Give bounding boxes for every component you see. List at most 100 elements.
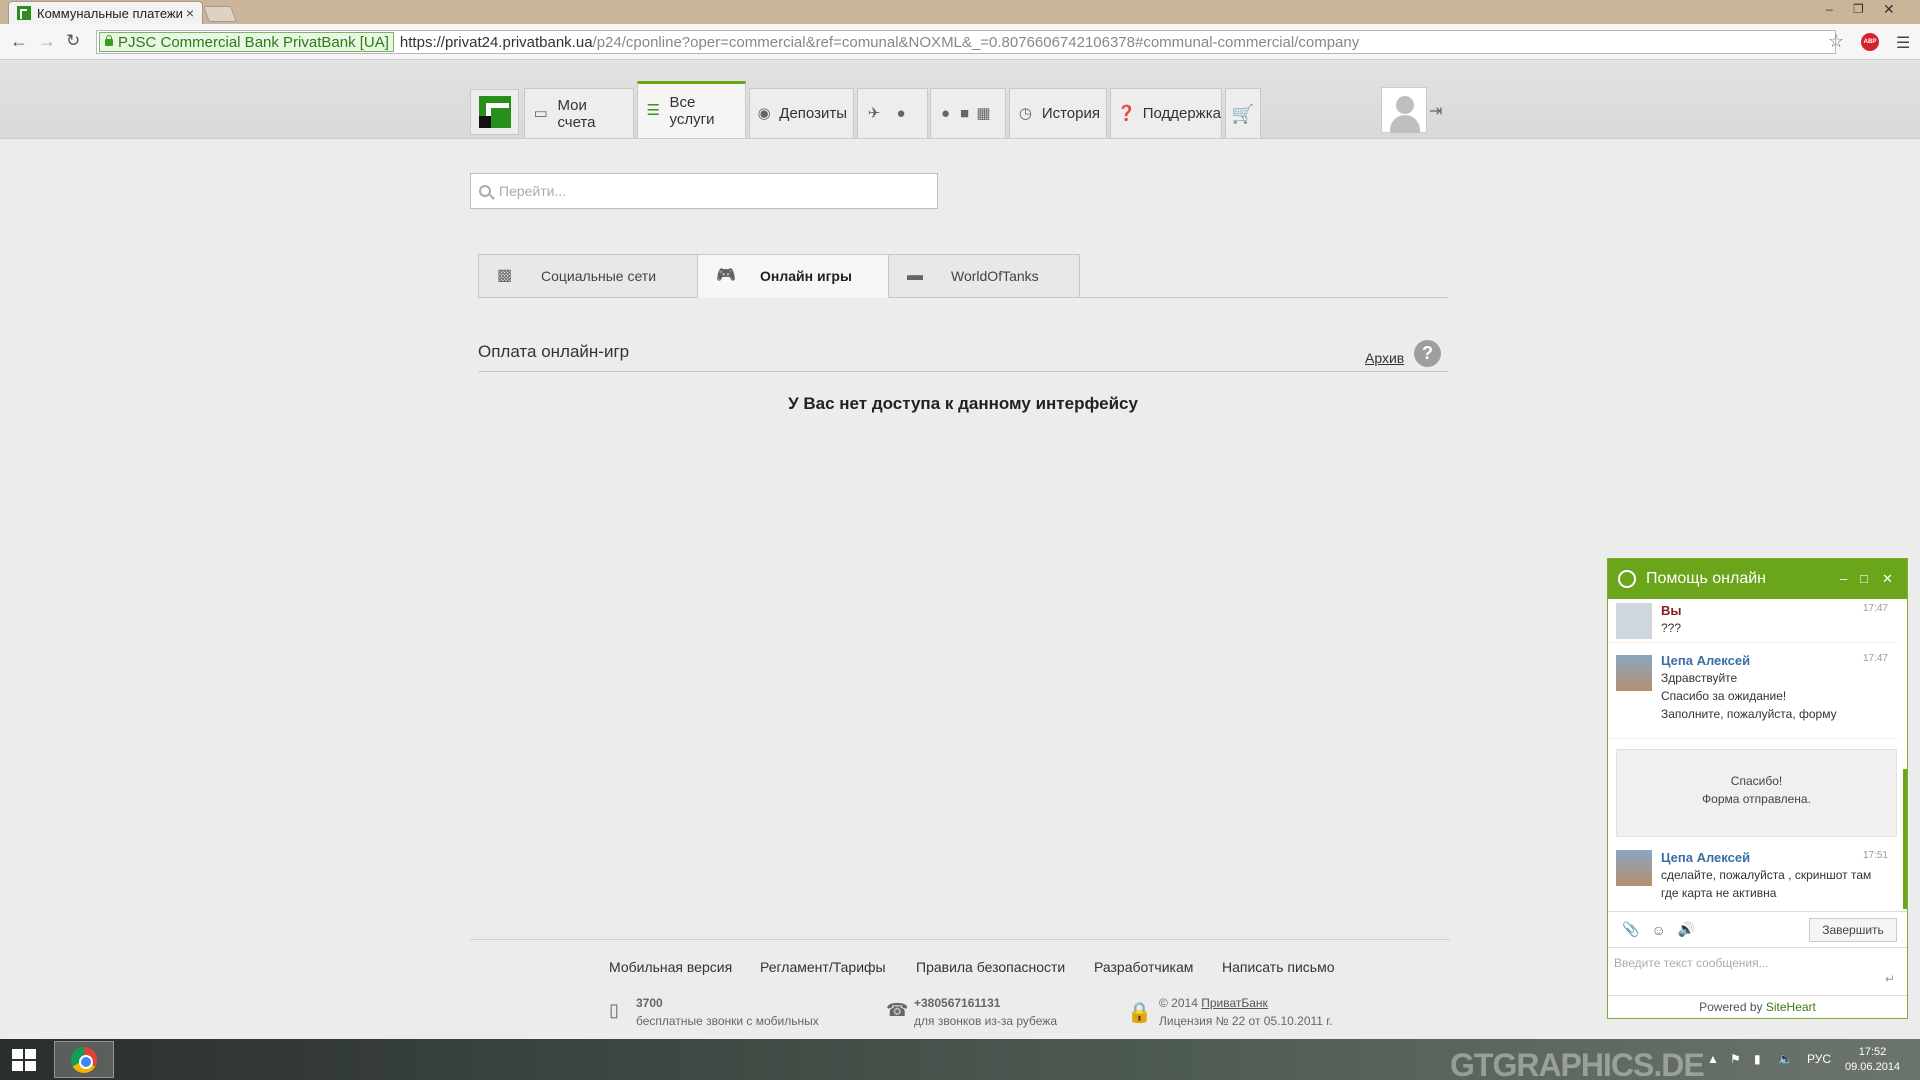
chat-close-icon[interactable]: ✕ <box>1882 571 1893 587</box>
chat-header[interactable]: Помощь онлайн – □ ✕ <box>1608 559 1907 599</box>
clock-time: 17:52 <box>1858 1046 1887 1058</box>
chat-title: Помощь онлайн <box>1646 570 1766 587</box>
tab-online-games[interactable]: 🎮 Онлайн игры <box>697 254 889 298</box>
phone-description: бесплатные звонки с мобильных <box>636 1014 819 1028</box>
apple-icon: ● <box>940 104 951 122</box>
windows-start-icon[interactable] <box>12 1049 38 1071</box>
search-box[interactable] <box>470 173 938 209</box>
minimize-icon[interactable]: – <box>1826 2 1833 16</box>
section-title: Оплата онлайн-игр <box>478 342 630 361</box>
browser-tab[interactable]: Коммунальные платежи × <box>8 1 203 24</box>
privatbank-logo[interactable] <box>470 89 519 135</box>
phone-number: +380567161131 <box>914 996 1001 1010</box>
social-network-icon: ▩ <box>497 267 513 284</box>
chat-maximize-icon[interactable]: □ <box>1860 571 1868 586</box>
message-time: 17:47 <box>1862 603 1888 614</box>
nav-deposits[interactable]: ◉ Депозиты <box>749 88 854 138</box>
no-access-message: У Вас нет доступа к данному интерфейсу <box>788 394 1138 413</box>
address-bar[interactable]: PJSC Commercial Bank PrivatBank [UA] htt… <box>96 30 1836 54</box>
footer-link-tariffs[interactable]: Регламент/Тарифы <box>760 959 886 975</box>
forward-arrow-icon[interactable]: → <box>38 32 56 50</box>
tray-expand-icon[interactable]: ▲ <box>1707 1052 1719 1066</box>
nav-label: Мои счета <box>557 96 596 131</box>
restore-icon[interactable]: ❐ <box>1853 2 1864 16</box>
message-time: 17:47 <box>1862 653 1888 664</box>
window-close-icon[interactable]: ✕ <box>1883 1 1895 18</box>
attach-paperclip-icon[interactable]: 📎 <box>1622 921 1639 938</box>
user-avatar[interactable] <box>1381 87 1427 133</box>
adblock-plus-icon[interactable]: ABP <box>1861 33 1879 51</box>
reload-icon[interactable]: ↻ <box>66 32 80 50</box>
operator-avatar <box>1616 850 1652 886</box>
footer-link-security[interactable]: Правила безопасности <box>916 959 1065 975</box>
online-help-chat: Помощь онлайн – □ ✕ Вы 17:47 ??? Цепа Ал… <box>1607 558 1908 1019</box>
chat-message: Цепа Алексей 17:51 сделайте, пожалуйста … <box>1608 846 1898 910</box>
new-tab-button[interactable] <box>203 6 237 22</box>
message-text: ??? <box>1661 621 1682 635</box>
tab-close-icon[interactable]: × <box>186 5 194 21</box>
siteheart-link[interactable]: SiteHeart <box>1766 1000 1816 1014</box>
message-time: 17:51 <box>1862 850 1888 861</box>
windows-icon: ▦ <box>976 104 991 122</box>
tab-social-networks[interactable]: ▩ Социальные сети <box>478 254 698 298</box>
chat-scrollbar[interactable] <box>1903 769 1907 909</box>
network-signal-icon[interactable]: ▮ <box>1754 1052 1761 1066</box>
logout-icon[interactable]: ⇥ <box>1429 101 1442 121</box>
phone-description: для звонков из-за рубежа <box>914 1014 1058 1028</box>
cart-icon[interactable]: 🛒 <box>1225 88 1261 138</box>
nav-all-services[interactable]: ☰ Все услуги <box>637 81 746 138</box>
footer-phone-abroad: +380567161131 для звонков из-за рубежа <box>914 994 1057 1030</box>
search-input[interactable] <box>499 183 937 199</box>
keyboard-language[interactable]: РУС <box>1807 1052 1831 1066</box>
chat-messages[interactable]: Вы 17:47 ??? Цепа Алексей 17:47 Здравств… <box>1608 599 1907 911</box>
system-clock[interactable]: 17:52 09.06.2014 <box>1845 1045 1900 1075</box>
nav-my-accounts[interactable]: ▭ Мои счета <box>524 88 634 138</box>
emoji-icon[interactable]: ☺ <box>1651 922 1665 938</box>
bookmark-star-icon[interactable]: ☆ <box>1828 31 1844 52</box>
nav-label: Поддержка <box>1142 105 1221 122</box>
chat-logo-icon <box>1618 570 1636 588</box>
tab-world-of-tanks[interactable]: ▬ WorldOfTanks <box>888 254 1080 298</box>
transport-icon: ✈ <box>867 104 881 122</box>
footer-link-write-letter[interactable]: Написать письмо <box>1222 959 1334 975</box>
footer-link-mobile[interactable]: Мобильная версия <box>609 959 732 975</box>
action-center-flag-icon[interactable]: ⚑ <box>1730 1052 1741 1066</box>
chat-input-area: ↵ <box>1608 947 1907 995</box>
mobile-phone-icon: ▯ <box>609 1000 619 1020</box>
url-text[interactable]: https://privat24.privatbank.ua/p24/cponl… <box>400 34 1359 51</box>
chat-message-input[interactable] <box>1614 956 1901 986</box>
nav-travel-services[interactable]: ✈ ● <box>857 88 928 138</box>
browser-menu-icon[interactable]: ☰ <box>1896 33 1910 53</box>
privatbank-link[interactable]: ПриватБанк <box>1201 996 1268 1010</box>
sound-icon[interactable]: 🔊 <box>1678 921 1695 938</box>
chrome-icon <box>71 1047 97 1073</box>
message-author: Цепа Алексей <box>1661 653 1751 668</box>
url-host: https://privat24.privatbank.ua <box>399 33 593 51</box>
chat-minimize-icon[interactable]: – <box>1840 571 1847 586</box>
footer-divider <box>470 939 1450 940</box>
nav-label: Депозиты <box>779 105 847 122</box>
archive-link[interactable]: Архив <box>1365 350 1404 366</box>
nav-history[interactable]: ◷ История <box>1009 88 1107 138</box>
nav-support[interactable]: ❓ Поддержка <box>1110 88 1222 138</box>
message-text: сделайте, пожалуйста , скриншот там где … <box>1661 868 1872 900</box>
privatbank-logo-icon <box>479 96 511 128</box>
back-arrow-icon[interactable]: ← <box>10 32 28 50</box>
footer-copyright: © 2014 ПриватБанк Лицензия № 22 от 05.10… <box>1159 994 1333 1030</box>
gamepad-icon: 🎮 <box>716 267 736 284</box>
android-icon: ■ <box>959 104 970 122</box>
message-author: Вы <box>1661 603 1682 618</box>
chat-powered-by: Powered by SiteHeart <box>1608 995 1907 1018</box>
ev-certificate-badge[interactable]: PJSC Commercial Bank PrivatBank [UA] <box>99 32 394 52</box>
send-enter-icon[interactable]: ↵ <box>1885 972 1895 986</box>
end-chat-button[interactable]: Завершить <box>1809 918 1897 942</box>
help-icon[interactable]: ? <box>1414 340 1441 367</box>
volume-icon[interactable]: 🔈 <box>1778 1052 1793 1066</box>
clock-date: 09.06.2014 <box>1845 1061 1901 1073</box>
chat-toolbar: 📎 ☺ 🔊 Завершить <box>1608 911 1907 947</box>
taskbar-chrome-button[interactable] <box>54 1041 114 1078</box>
url-path: /p24/cponline?oper=commercial&ref=comuna… <box>592 33 1360 51</box>
user-avatar <box>1616 603 1652 639</box>
footer-link-developers[interactable]: Разработчикам <box>1094 959 1193 975</box>
nav-mobile-apps[interactable]: ● ■ ▦ <box>930 88 1006 138</box>
